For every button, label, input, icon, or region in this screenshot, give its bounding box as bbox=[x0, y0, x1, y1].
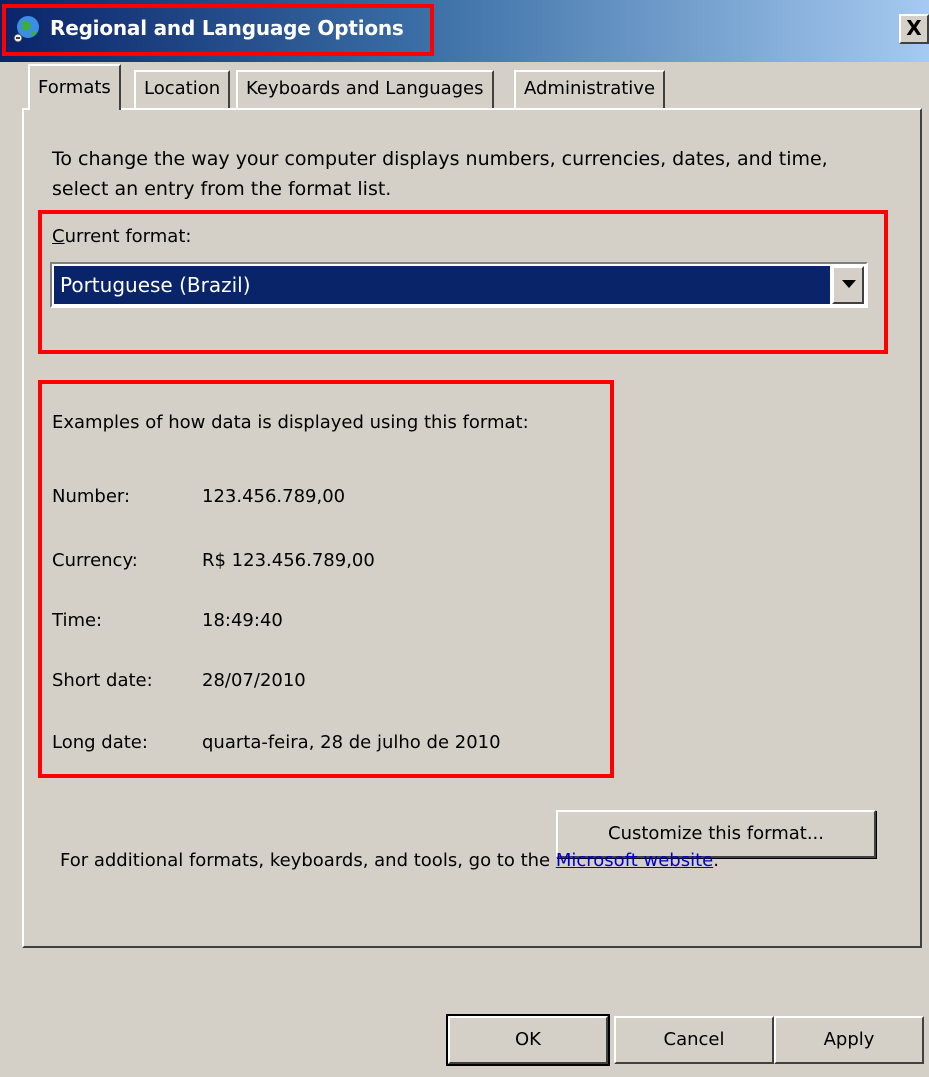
example-value: R$ 123.456.789,00 bbox=[202, 550, 375, 571]
cancel-button[interactable]: Cancel bbox=[614, 1016, 774, 1064]
tab-keyboards-and-languages[interactable]: Keyboards and Languages bbox=[236, 70, 494, 108]
example-value: 18:49:40 bbox=[202, 610, 283, 631]
example-label: Time: bbox=[52, 610, 103, 631]
example-value: 28/07/2010 bbox=[202, 670, 306, 691]
title-bar[interactable]: Regional and Language Options X bbox=[0, 0, 929, 62]
current-format-label-text: urrent format: bbox=[64, 226, 192, 247]
example-label: Long date: bbox=[52, 732, 148, 753]
example-label: Number: bbox=[52, 486, 131, 507]
close-button[interactable]: X bbox=[899, 14, 929, 44]
footer-text-prefix: For additional formats, keyboards, and t… bbox=[60, 850, 556, 871]
microsoft-website-link[interactable]: Microsoft website bbox=[556, 850, 713, 871]
title-highlight-box bbox=[2, 4, 434, 56]
current-format-label: Current format: bbox=[52, 226, 192, 247]
examples-heading: Examples of how data is displayed using … bbox=[52, 412, 529, 433]
example-label: Currency: bbox=[52, 550, 138, 571]
footer-text: For additional formats, keyboards, and t… bbox=[60, 850, 719, 871]
chevron-down-icon[interactable] bbox=[832, 266, 864, 304]
tab-formats[interactable]: Formats bbox=[28, 64, 121, 110]
apply-button[interactable]: Apply bbox=[774, 1016, 924, 1064]
footer-text-end: . bbox=[713, 850, 719, 871]
tab-administrative[interactable]: Administrative bbox=[514, 70, 666, 108]
intro-text: To change the way your computer displays… bbox=[52, 148, 828, 200]
example-value: 123.456.789,00 bbox=[202, 486, 346, 507]
example-label: Short date: bbox=[52, 670, 153, 691]
current-format-select[interactable]: Portuguese (Brazil) bbox=[50, 262, 868, 308]
current-format-value: Portuguese (Brazil) bbox=[54, 266, 830, 304]
example-value: quarta-feira, 28 de julho de 2010 bbox=[202, 732, 501, 753]
examples-highlight-box bbox=[38, 380, 614, 778]
ok-button[interactable]: OK bbox=[446, 1014, 610, 1066]
tab-location[interactable]: Location bbox=[134, 70, 231, 108]
